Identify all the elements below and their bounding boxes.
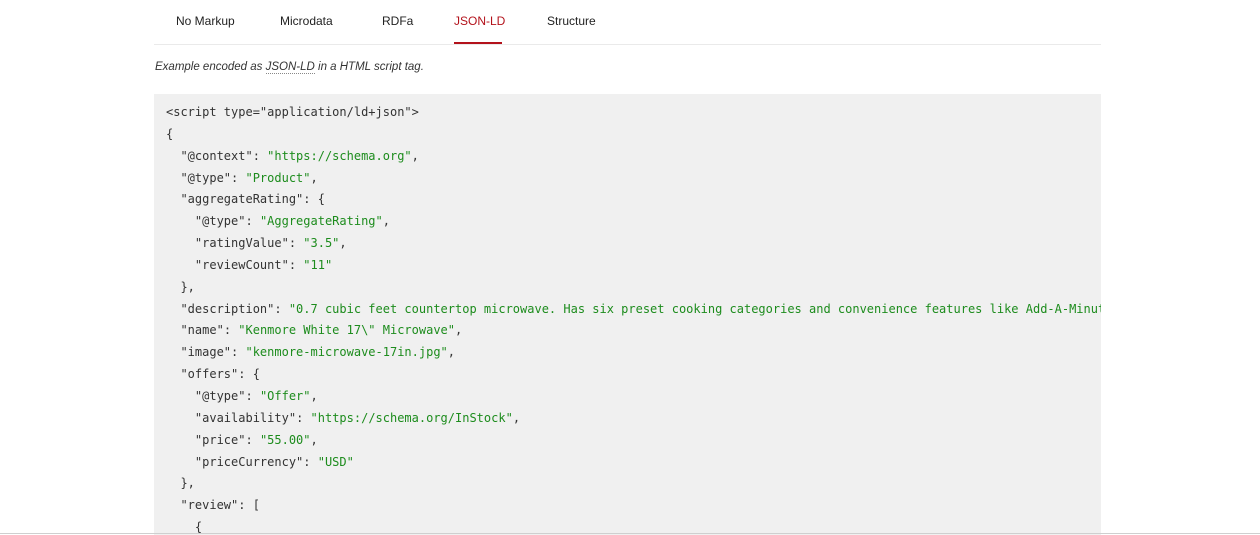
tab-no-markup[interactable]: No Markup	[176, 14, 235, 28]
code-line: "offers": {	[180, 367, 260, 382]
code-line: "ratingValue": "3.5",	[194, 236, 347, 251]
code-line: },	[166, 279, 195, 294]
code-line: "@type": "Product",	[180, 170, 318, 185]
code-line: "@context": "https://schema.org",	[180, 148, 419, 163]
code-line: "@type": "AggregateRating",	[194, 214, 390, 229]
bottom-divider	[0, 533, 1260, 534]
code-line: "review": [	[180, 498, 260, 513]
caption-text-after: in a HTML script tag.	[314, 61, 424, 73]
code-line: },	[166, 476, 195, 491]
active-tab-indicator	[454, 42, 502, 44]
caption-text-before: Example encoded as	[155, 61, 266, 73]
code-line: "availability": "https://schema.org/InSt…	[194, 410, 521, 425]
code-line: "reviewCount": "11"	[194, 257, 333, 272]
example-caption: Example encoded as JSON-LD in a HTML scr…	[155, 61, 424, 74]
code-line: "aggregateRating": {	[180, 192, 325, 207]
code-listing: <script type="application/ld+json"> { "@c…	[166, 102, 1101, 535]
tab-structure[interactable]: Structure	[547, 14, 596, 28]
tab-microdata[interactable]: Microdata	[280, 14, 333, 28]
code-line: "price": "55.00",	[194, 432, 318, 447]
tab-json-ld[interactable]: JSON-LD	[454, 14, 505, 28]
code-block: <script type="application/ld+json"> { "@c…	[154, 94, 1101, 535]
code-line: "description": "0.7 cubic feet counterto…	[180, 301, 1101, 316]
code-line: {	[166, 126, 174, 141]
tab-rdfa[interactable]: RDFa	[382, 14, 413, 28]
json-ld-link[interactable]: JSON-LD	[265, 61, 315, 74]
code-line: "name": "Kenmore White 17\" Microwave",	[180, 323, 463, 338]
markup-tabs: No Markup Microdata RDFa JSON-LD Structu…	[154, 0, 1101, 45]
code-line: "priceCurrency": "USD"	[194, 454, 354, 469]
code-line: "image": "kenmore-microwave-17in.jpg",	[180, 345, 456, 360]
code-line: "@type": "Offer",	[194, 388, 318, 403]
code-line: <script type="application/ld+json">	[166, 105, 419, 119]
page: No Markup Microdata RDFa JSON-LD Structu…	[0, 0, 1260, 535]
